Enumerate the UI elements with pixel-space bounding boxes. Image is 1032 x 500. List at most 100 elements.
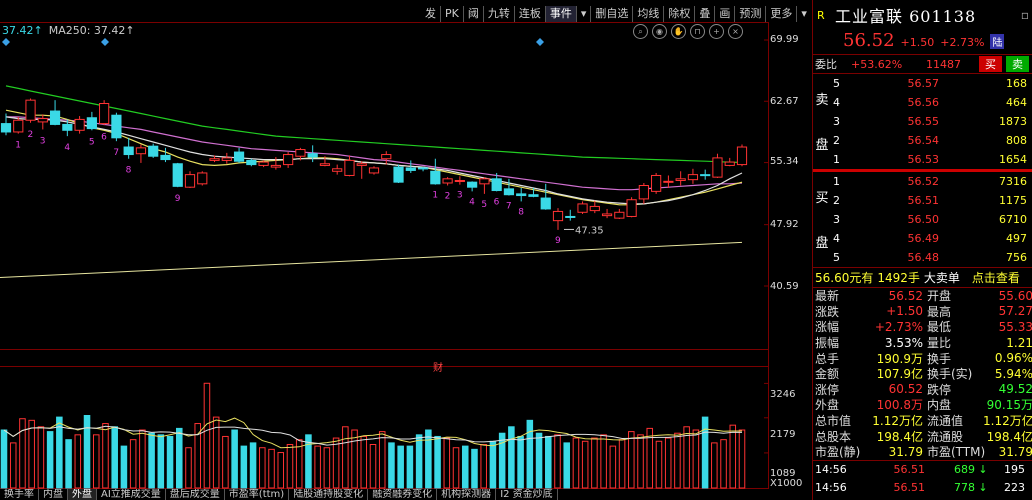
volume-bar — [618, 439, 626, 489]
book-vol: 808 — [1006, 134, 1027, 147]
lock-icon[interactable]: ⊓ — [690, 24, 705, 39]
indicator-tab[interactable]: 市盈率(ttm) — [225, 489, 290, 500]
toolbar-button[interactable]: 均线 — [632, 6, 663, 22]
stat-l2: 市盈(TTM) — [927, 445, 986, 460]
candle-body — [601, 213, 613, 217]
candle-body — [565, 215, 576, 218]
bid-row[interactable]: 5 56.48 756 — [813, 248, 1032, 267]
toolbar-button[interactable]: 阈 — [462, 6, 483, 22]
volume-bar — [554, 434, 561, 489]
candle-body — [663, 180, 674, 183]
nine-turn-label: 7 — [506, 202, 512, 212]
tick-v: 778 — [954, 481, 975, 495]
quote-header: R 工业富联 601138 ▫ — [813, 0, 1032, 30]
stat-row: 振幅 3.53% 量比 1.21 — [813, 335, 1032, 351]
candle-body — [614, 211, 625, 219]
panel-menu-icon[interactable]: ▫ — [1021, 8, 1029, 22]
stat-l2: 最低 — [927, 320, 952, 335]
stat-l1: 总市值 — [815, 414, 852, 429]
volume-bar — [92, 434, 100, 489]
ask-row[interactable]: 1 56.53 1654 — [813, 150, 1032, 169]
kline-chart-svg[interactable]: 123456789 1 2 34 5 6 78947.35财 — [0, 0, 812, 500]
indicator-tab[interactable]: 外盘 — [68, 489, 97, 500]
bid-row[interactable]: 2 56.51 1175 — [813, 191, 1032, 210]
nine-turn-label: 1 — [432, 191, 438, 201]
toolbar-button[interactable]: 删自选 — [590, 6, 632, 22]
bid-row[interactable]: 3 56.50 6710 — [813, 210, 1032, 229]
book-vol: 6710 — [999, 213, 1027, 226]
volume-bar — [268, 448, 275, 489]
toolbar-button[interactable]: 发 — [421, 6, 440, 22]
indicator-tab[interactable]: 陆股通持股变化 — [289, 489, 369, 500]
ask-row[interactable]: 4 56.56 464 — [813, 93, 1032, 112]
nine-turn-label: 5 — [481, 200, 487, 210]
candle-body — [736, 146, 748, 166]
stat-v1: 31.79 — [888, 444, 923, 459]
volume-bar — [148, 432, 155, 489]
event-diamond — [536, 38, 544, 46]
candle-body — [503, 188, 515, 196]
toolbar-button[interactable]: 叠 — [694, 6, 714, 22]
indicator-tab[interactable]: 内盘 — [39, 489, 68, 500]
indicator-tab[interactable]: 盘后成交量 — [166, 489, 225, 500]
plus-icon[interactable]: + — [709, 24, 724, 39]
volume-bar — [425, 429, 432, 489]
toolbar-button[interactable]: 画 — [714, 6, 734, 22]
toolbar-button[interactable]: ▾ — [575, 6, 591, 22]
stat-v2: 0.96% — [994, 351, 1032, 366]
candle-body — [172, 163, 183, 187]
search-icon[interactable]: ⌕ — [633, 24, 648, 39]
toolbar-button[interactable]: 除权 — [663, 6, 694, 22]
toolbar-button[interactable]: 更多 — [765, 6, 796, 22]
candle-body — [528, 194, 539, 197]
toolbar-button[interactable]: 九转 — [482, 6, 514, 22]
big-order-label: 大卖单 — [923, 271, 960, 285]
candle-body — [700, 174, 711, 177]
candle-body — [111, 114, 122, 139]
toolbar-button[interactable]: ▾ — [796, 6, 811, 22]
candle-body — [62, 123, 73, 131]
indicator-tab[interactable]: 融资融券变化 — [368, 489, 438, 500]
volume-bar — [628, 431, 635, 489]
chart-menu: 发 PK 阈九转 连板 事件 ▾ 删自选 均线 除权叠画预测 更多 ▾ — [421, 6, 811, 22]
bid-row[interactable]: 4 56.49 497 — [813, 229, 1032, 248]
bid-row[interactable]: 1 56.52 7316 — [813, 172, 1032, 191]
volume-bar — [591, 437, 598, 489]
volume-bar — [701, 416, 709, 489]
indicator-tab[interactable]: I2 资金炒底 — [496, 489, 558, 500]
sell-button[interactable]: 卖 — [1006, 56, 1029, 72]
stat-l1: 总股本 — [815, 429, 852, 444]
toolbar-button[interactable]: 预测 — [734, 6, 765, 22]
eye-icon[interactable]: ◉ — [652, 24, 667, 39]
indicator-tab[interactable]: 换手率 — [0, 489, 39, 500]
ask-row[interactable]: 2 56.54 808 — [813, 131, 1032, 150]
volume-bar — [581, 440, 589, 489]
ask-row[interactable]: 3 56.55 1873 — [813, 112, 1032, 131]
close-icon[interactable]: × — [728, 24, 743, 39]
price-axis-tick: 47.92 — [770, 219, 799, 230]
book-lv: 1 — [833, 175, 840, 188]
indicator-tab[interactable]: 机构探测器 — [437, 489, 497, 500]
candle-body — [37, 118, 48, 123]
book-vol: 756 — [1006, 251, 1027, 264]
toolbar-button[interactable]: 连板 — [513, 6, 545, 22]
hand-icon[interactable]: ✋ — [671, 24, 686, 39]
stock-title: 工业富联 601138 — [835, 7, 977, 26]
tick-t: 14:56 — [815, 463, 847, 477]
volume-bar — [65, 439, 72, 489]
big-order-link[interactable]: 点击查看 — [972, 269, 1020, 286]
toolbar-button[interactable]: 事件 — [544, 6, 576, 22]
candle-body — [209, 158, 220, 161]
book-lv: 5 — [833, 251, 840, 264]
stat-row: 最新 56.52 开盘 55.60 — [813, 288, 1032, 304]
volume-bar — [517, 435, 524, 489]
stat-v2: 198.4亿 — [986, 429, 1032, 444]
kline-chart-area[interactable]: 1 2 3 4 5 6 7 8 9 1 2 3 4 5 6 7 8 9 47.35 财 发 PK 阈九转 连板 事件 ▾ 删自选均… — [0, 0, 812, 500]
indicator-tab[interactable]: AI立推成交量 — [97, 489, 166, 500]
ask-row[interactable]: 5 56.57 168 — [813, 74, 1032, 93]
toolbar-button[interactable]: PK — [440, 6, 463, 22]
buy-button[interactable]: 买 — [979, 56, 1002, 72]
candle-body — [417, 167, 429, 170]
stat-v1: 190.9万 — [876, 351, 923, 366]
candle-body — [356, 163, 367, 166]
